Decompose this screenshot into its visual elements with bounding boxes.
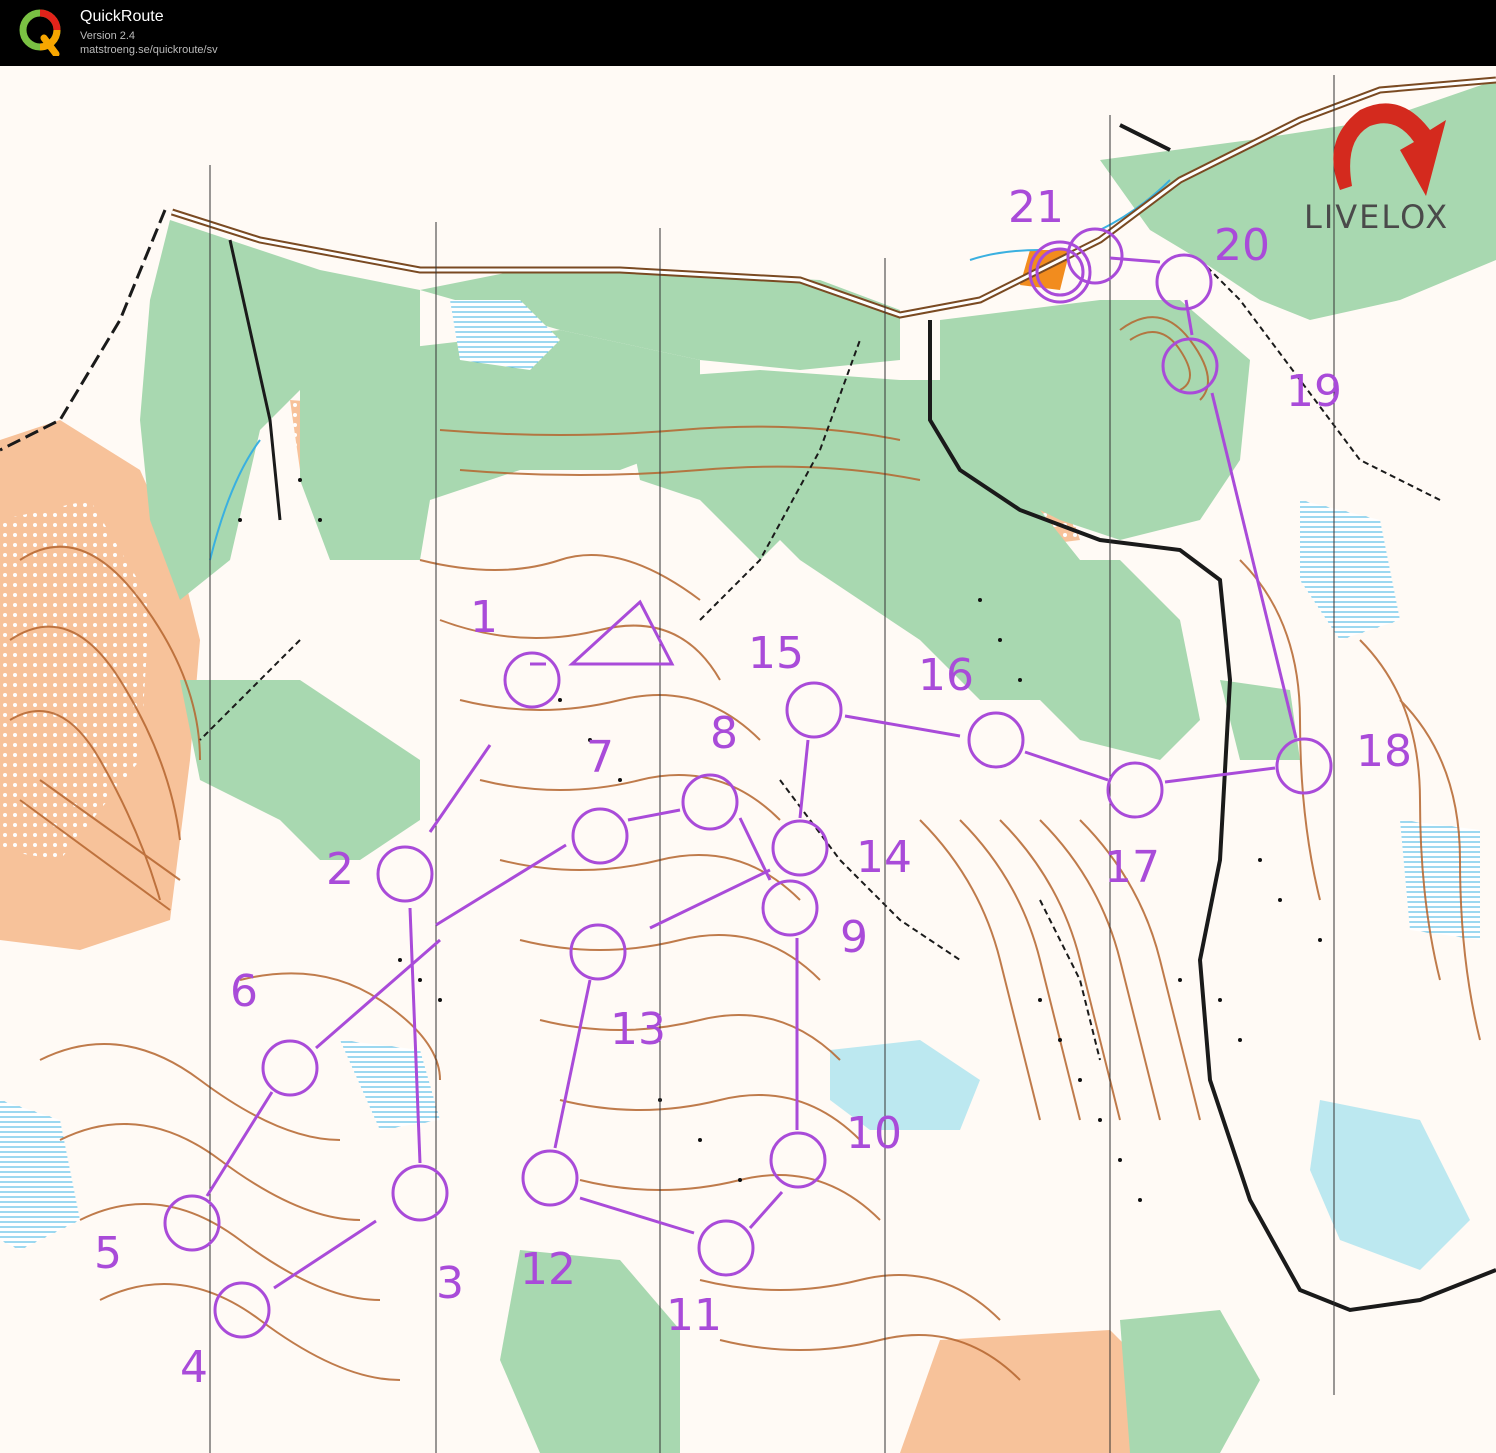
control-number: 21 bbox=[1008, 182, 1064, 233]
control-number: 12 bbox=[520, 1244, 576, 1295]
control-number: 20 bbox=[1214, 220, 1270, 271]
control-number: 14 bbox=[856, 832, 912, 883]
control-number: 13 bbox=[610, 1004, 666, 1055]
quickroute-logo-icon bbox=[19, 9, 61, 56]
control-number: 19 bbox=[1286, 366, 1342, 417]
control-number: 8 bbox=[710, 708, 738, 759]
orienteering-map[interactable]: 1 2 3 4 5 6 7 8 9 10 11 12 13 14 15 16 1… bbox=[0, 66, 1496, 1453]
control-number: 5 bbox=[94, 1228, 122, 1279]
title-bar: QuickRoute Version 2.4 matstroeng.se/qui… bbox=[0, 0, 1496, 66]
livelox-brand-text: LIVELOX bbox=[1304, 198, 1449, 236]
control-number: 18 bbox=[1356, 726, 1412, 777]
control-number: 2 bbox=[326, 844, 354, 895]
app-url: matstroeng.se/quickroute/sv bbox=[80, 44, 218, 56]
control-number: 17 bbox=[1104, 842, 1160, 893]
control-number: 6 bbox=[230, 966, 258, 1017]
control-number: 9 bbox=[840, 912, 868, 963]
control-number: 16 bbox=[918, 650, 974, 701]
control-number: 4 bbox=[180, 1342, 208, 1393]
control-number: 7 bbox=[586, 732, 614, 783]
app-version: Version 2.4 bbox=[80, 30, 136, 42]
app-title: QuickRoute bbox=[80, 8, 164, 25]
control-number: 10 bbox=[846, 1108, 902, 1159]
control-number: 3 bbox=[436, 1258, 464, 1309]
control-number: 11 bbox=[666, 1290, 722, 1341]
control-number: 15 bbox=[748, 628, 804, 679]
control-number: 1 bbox=[470, 592, 498, 643]
